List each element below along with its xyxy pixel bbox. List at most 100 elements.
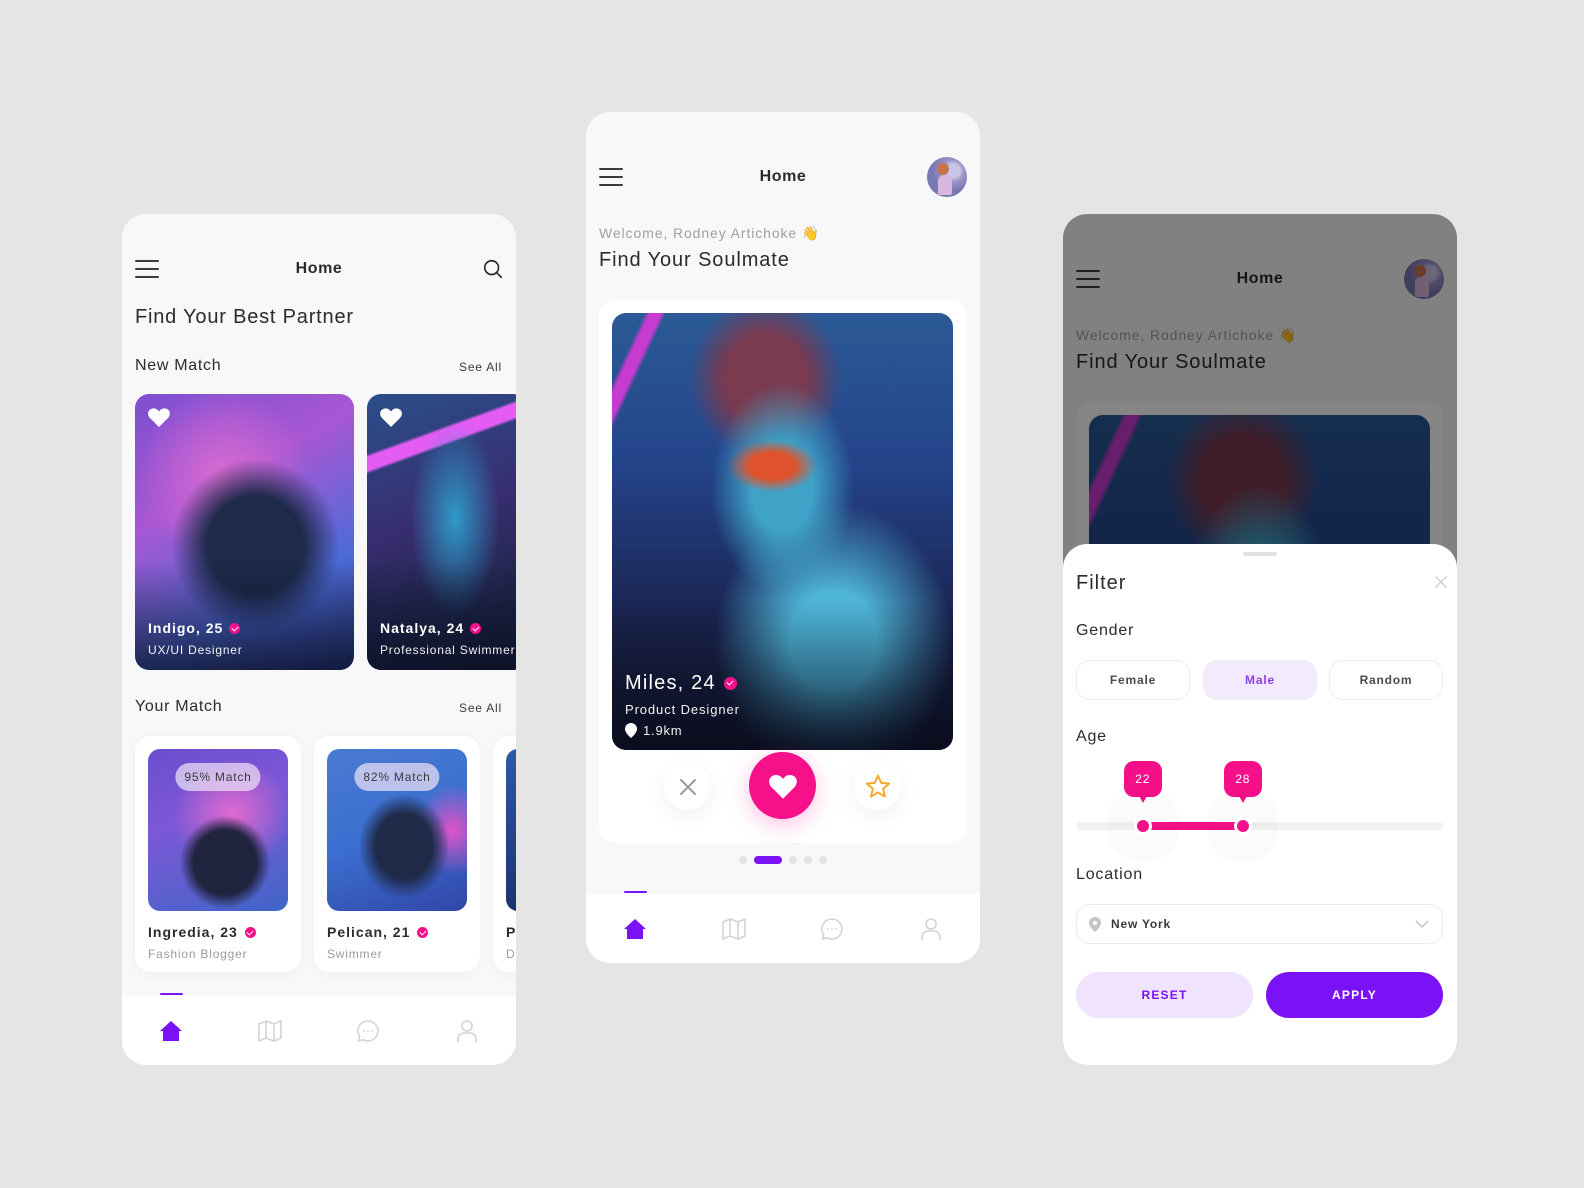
heart-icon[interactable]	[379, 406, 403, 428]
nav-home[interactable]	[122, 993, 221, 1065]
like-button[interactable]	[749, 752, 816, 819]
nav-chat[interactable]	[783, 894, 882, 963]
page-title: Home	[295, 260, 343, 277]
new-match-title: New Match	[135, 357, 222, 374]
swipe-card[interactable]: Miles, 24 Product Designer 1.9km	[599, 300, 966, 843]
new-match-see-all-link[interactable]: See All	[459, 360, 502, 374]
top-bar: Home	[586, 157, 980, 197]
filter-sheet: Filter Gender Female Male Random Age 22 …	[1063, 544, 1457, 1065]
page-heading: Find Your Best Partner	[135, 306, 354, 328]
card-role: Swimmer	[327, 947, 383, 961]
your-match-card[interactable]: 82% Match Pelican, 21 Swimmer	[314, 736, 480, 972]
location-value: New York	[1111, 917, 1171, 931]
nav-map[interactable]	[685, 894, 784, 963]
card-name: P	[506, 924, 516, 940]
sheet-drag-handle[interactable]	[1243, 552, 1277, 556]
age-range-fill	[1142, 822, 1243, 830]
card-pager	[586, 856, 980, 864]
pager-dot[interactable]	[804, 856, 812, 864]
bottom-nav	[122, 993, 517, 1065]
card-name: Natalya, 24	[380, 620, 482, 636]
verified-badge-icon	[417, 926, 429, 938]
verified-badge-icon	[244, 926, 256, 938]
user-icon	[920, 917, 941, 940]
nav-chat[interactable]	[319, 996, 418, 1065]
apply-button[interactable]: APPLY	[1266, 972, 1443, 1018]
card-name: Pelican, 21	[327, 924, 429, 940]
new-match-card[interactable]: Indigo, 25 UX/UI Designer	[135, 394, 354, 670]
close-icon	[679, 778, 696, 795]
home-screen-soulmate: Home Welcome, Rodney Artichoke 👋 Find Yo…	[586, 112, 980, 963]
search-icon[interactable]	[482, 258, 504, 280]
profile-name: Miles, 24	[625, 672, 737, 695]
heart-icon	[768, 774, 797, 799]
age-max-handle[interactable]	[1233, 817, 1252, 835]
pager-dot-active[interactable]	[754, 856, 782, 864]
filter-title: Filter	[1076, 572, 1127, 594]
gender-label: Gender	[1076, 622, 1135, 639]
your-match-card[interactable]: 95% Match Ingredia, 23 Fashion Blogger	[135, 736, 301, 972]
pager-dot[interactable]	[819, 856, 827, 864]
map-icon	[721, 917, 746, 940]
super-like-button[interactable]	[854, 763, 901, 810]
profile-photo: 82% Match	[327, 749, 467, 911]
welcome-text: Welcome, Rodney Artichoke 👋	[599, 225, 821, 241]
location-select[interactable]: New York	[1076, 904, 1443, 944]
age-label: Age	[1076, 728, 1107, 745]
chevron-down-icon	[1415, 920, 1429, 929]
gender-option-male[interactable]: Male	[1203, 660, 1317, 700]
age-max-tooltip: 28	[1223, 761, 1262, 803]
home-screen-best-partner: Home Find Your Best Partner New Match Se…	[122, 214, 516, 1065]
star-icon	[865, 774, 890, 798]
heart-icon[interactable]	[147, 406, 171, 428]
verified-badge-icon	[229, 622, 241, 634]
chat-icon	[357, 1019, 379, 1042]
gender-option-random[interactable]: Random	[1329, 660, 1443, 700]
gender-option-female[interactable]: Female	[1076, 660, 1190, 700]
card-name: Indigo, 25	[148, 620, 241, 636]
profile-role: Product Designer	[625, 702, 740, 717]
page-heading: Find Your Soulmate	[599, 249, 790, 271]
chat-icon	[821, 917, 843, 940]
your-match-see-all-link[interactable]: See All	[459, 701, 502, 715]
pager-dot[interactable]	[789, 856, 797, 864]
your-match-card[interactable]: P D	[493, 736, 516, 972]
active-tab-indicator	[159, 993, 183, 995]
match-badge: 82% Match	[354, 763, 440, 791]
pager-dot[interactable]	[739, 856, 747, 864]
age-min-tooltip: 22	[1123, 761, 1162, 803]
location-pin-icon	[1089, 916, 1101, 932]
nav-profile[interactable]	[882, 894, 981, 963]
verified-badge-icon	[470, 622, 482, 634]
filter-screen: Home Welcome, Rodney Artichoke 👋 Find Yo…	[1063, 214, 1457, 1065]
dislike-button[interactable]	[664, 763, 711, 810]
reset-button[interactable]: RESET	[1076, 972, 1253, 1018]
age-range-slider[interactable]: 22 28	[1076, 761, 1443, 835]
bottom-nav	[586, 891, 981, 963]
nav-profile[interactable]	[418, 996, 517, 1065]
match-badge: 95% Match	[175, 763, 261, 791]
card-role: Professional Swimmer	[380, 643, 516, 657]
nav-map[interactable]	[221, 996, 320, 1065]
verified-badge-icon	[723, 677, 737, 690]
map-icon	[257, 1019, 282, 1042]
profile-photo	[506, 749, 516, 911]
card-name: Ingredia, 23	[148, 924, 256, 940]
age-min-handle[interactable]	[1133, 817, 1152, 835]
profile-photo[interactable]: Miles, 24 Product Designer 1.9km	[612, 313, 953, 750]
top-bar: Home	[122, 254, 516, 284]
close-icon[interactable]	[1433, 574, 1449, 590]
your-match-title: Your Match	[135, 698, 223, 715]
card-role: Fashion Blogger	[148, 947, 248, 961]
home-icon	[160, 1020, 183, 1041]
new-match-card[interactable]: Natalya, 24 Professional Swimmer	[367, 394, 516, 670]
active-tab-indicator	[623, 891, 647, 893]
home-icon	[624, 918, 647, 939]
location-pin-icon	[625, 723, 637, 738]
page-title: Home	[759, 168, 807, 185]
nav-home[interactable]	[586, 891, 685, 963]
card-role: UX/UI Designer	[148, 643, 243, 657]
profile-photo: 95% Match	[148, 749, 288, 911]
location-label: Location	[1076, 866, 1143, 883]
user-avatar[interactable]	[927, 157, 967, 197]
